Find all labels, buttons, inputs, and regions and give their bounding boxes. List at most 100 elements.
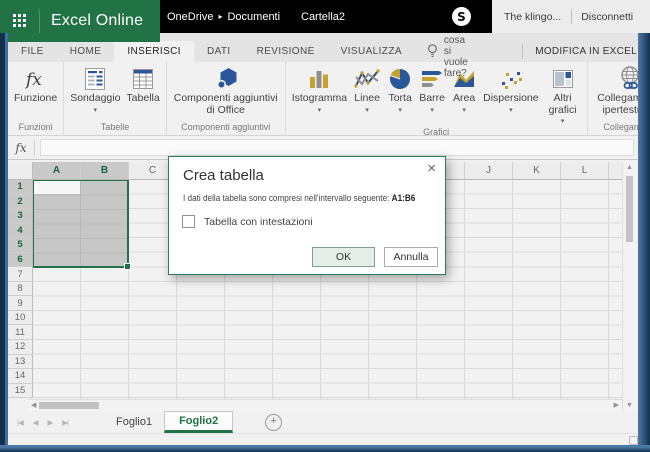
row-header-13[interactable]: 13 [8, 354, 33, 370]
other-charts-icon [550, 65, 576, 92]
ribbon-group-tabelle: Sondaggio ▾ Tabella Tabelle [64, 62, 167, 135]
row-header-5[interactable]: 5 [8, 238, 33, 253]
scroll-right-icon[interactable]: ▶ [614, 401, 619, 409]
column-header-l[interactable]: L [561, 162, 609, 180]
ribbon-tab-home[interactable]: HOME [57, 41, 115, 62]
tell-me-box[interactable]: Che cosa si vuole fare? [417, 24, 484, 79]
function-fx-icon: fx [23, 65, 49, 92]
row-header-11[interactable]: 11 [8, 325, 33, 341]
resize-corner-icon [629, 436, 638, 445]
breadcrumb-documenti[interactable]: Documenti [227, 11, 280, 23]
column-header-b[interactable]: B [81, 162, 129, 180]
row-header-10[interactable]: 10 [8, 310, 33, 326]
ribbon-tab-revisione[interactable]: REVISIONE [244, 41, 328, 62]
ribbon-button-funzione[interactable]: fx Funzione [11, 64, 60, 106]
cancel-button[interactable]: Annulla [384, 247, 438, 267]
scatter-chart-icon [498, 65, 524, 92]
select-all-corner[interactable] [8, 162, 33, 180]
column-chart-icon [306, 65, 332, 92]
document-title[interactable]: Cartella2 [301, 0, 345, 33]
add-sheet-button[interactable]: + [265, 413, 283, 431]
horizontal-scroll-thumb[interactable] [39, 402, 99, 409]
row-header-1[interactable]: 1 [8, 180, 33, 195]
column-header-a[interactable]: A [33, 162, 81, 180]
dropdown-arrow-icon: ▾ [462, 106, 466, 114]
row-header-6[interactable]: 6 [8, 252, 33, 268]
horizontal-scrollbar[interactable]: ◀ ▶ [28, 399, 622, 411]
fx-icon[interactable]: fx [8, 139, 35, 156]
scroll-down-icon[interactable]: ▼ [623, 402, 636, 409]
row-header-15[interactable]: 15 [8, 383, 33, 399]
office-addins-icon [212, 65, 240, 92]
ribbon-tab-visualizza[interactable]: VISUALIZZA [328, 41, 415, 62]
row-header-4[interactable]: 4 [8, 223, 33, 239]
svg-text:fx: fx [24, 70, 42, 90]
dropdown-arrow-icon: ▾ [93, 106, 98, 114]
user-name[interactable]: The klingo... [492, 11, 571, 23]
row-header-8[interactable]: 8 [8, 281, 33, 297]
bar-chart-icon [419, 65, 445, 92]
ribbon-button-istogramma[interactable]: Istogramma ▾ [289, 64, 350, 115]
column-header-j[interactable]: J [465, 162, 513, 180]
ribbon: fx Funzione Funzioni Sondaggio ▾ Tabella Tabel… [8, 62, 638, 136]
ribbon-group-componenti-aggiuntivi: Componenti aggiuntivi di Office Component… [167, 62, 286, 135]
sheet-tab-foglio2[interactable]: Foglio2 [164, 411, 234, 433]
row-header-7[interactable]: 7 [8, 267, 33, 282]
fill-handle[interactable] [124, 263, 131, 270]
next-sheet-icon[interactable]: ▶ [48, 418, 54, 427]
ribbon-button-sondaggio[interactable]: Sondaggio ▾ [67, 64, 123, 115]
ribbon-tab-file[interactable]: FILE [8, 41, 57, 62]
column-header-m[interactable]: M [609, 162, 622, 180]
row-header-9[interactable]: 9 [8, 296, 33, 311]
column-header-k[interactable]: K [513, 162, 561, 180]
headers-checkbox[interactable] [182, 215, 195, 228]
vertical-scrollbar[interactable]: ▲ ▼ [622, 162, 636, 411]
row-headers: 1 2 3 4 5 6 7 8 9 10 11 12 13 14 15 [8, 180, 33, 399]
ribbon-tab-inserisci[interactable]: INSERISCI [114, 41, 194, 62]
pie-chart-icon [387, 65, 413, 92]
dialog-title: Crea tabella [183, 167, 264, 184]
first-sheet-icon[interactable]: |◀ [17, 418, 24, 427]
brand-divider [39, 9, 40, 33]
scroll-left-icon[interactable]: ◀ [31, 401, 36, 409]
breadcrumb-separator-icon: ▸ [218, 12, 223, 21]
app-name: Excel Online [51, 12, 144, 29]
edit-in-excel-button[interactable]: MODIFICA IN EXCEL [522, 41, 650, 62]
headers-checkbox-label: Tabella con intestazioni [204, 215, 313, 228]
dialog-message: I dati della tabella sono compresi nell'… [183, 193, 415, 204]
ribbon-button-tabella[interactable]: Tabella [123, 64, 162, 106]
ribbon-button-collegamento-ipertestuale[interactable]: Collegamento ipertestuale [591, 64, 638, 117]
sheet-tab-foglio1[interactable]: Foglio1 [104, 411, 164, 433]
row-header-2[interactable]: 2 [8, 194, 33, 210]
active-cell[interactable] [34, 181, 80, 194]
breadcrumb: OneDrive ▸ Documenti [167, 0, 280, 33]
ribbon-button-altri-grafici[interactable]: Altri grafici ▾ [542, 64, 584, 126]
ribbon-button-componenti-aggiuntivi-di-office[interactable]: Componenti aggiuntivi di Office [170, 64, 282, 117]
ribbon-button-linee[interactable]: Linee ▾ [350, 64, 384, 115]
vertical-scroll-thumb[interactable] [626, 176, 633, 242]
app-launcher-icon[interactable] [13, 13, 28, 29]
close-icon[interactable]: × [427, 161, 436, 176]
window-border-right [638, 33, 650, 452]
status-bar [0, 433, 650, 445]
row-header-3[interactable]: 3 [8, 209, 33, 224]
ribbon-button-dispersione[interactable]: Dispersione ▾ [480, 64, 541, 115]
ok-button[interactable]: OK [312, 247, 375, 267]
skype-icon[interactable]: S [452, 7, 471, 26]
selection-range[interactable] [32, 179, 131, 270]
prev-sheet-icon[interactable]: ◀ [33, 418, 39, 427]
formula-input[interactable] [40, 139, 634, 156]
breadcrumb-onedrive[interactable]: OneDrive [167, 11, 213, 23]
last-sheet-icon[interactable]: ▶| [62, 418, 69, 427]
survey-icon [82, 65, 108, 92]
ribbon-group-funzioni: fx Funzione Funzioni [8, 62, 65, 135]
scroll-up-icon[interactable]: ▲ [623, 164, 636, 171]
dropdown-arrow-icon: ▾ [509, 106, 513, 114]
dropdown-arrow-icon: ▾ [560, 118, 565, 126]
ribbon-button-torta[interactable]: Torta ▾ [384, 64, 416, 115]
row-header-12[interactable]: 12 [8, 340, 33, 355]
line-chart-icon [353, 65, 381, 92]
sign-out-button[interactable]: Disconnetti [572, 11, 639, 23]
row-header-14[interactable]: 14 [8, 369, 33, 384]
ribbon-tab-dati[interactable]: DATI [194, 41, 244, 62]
